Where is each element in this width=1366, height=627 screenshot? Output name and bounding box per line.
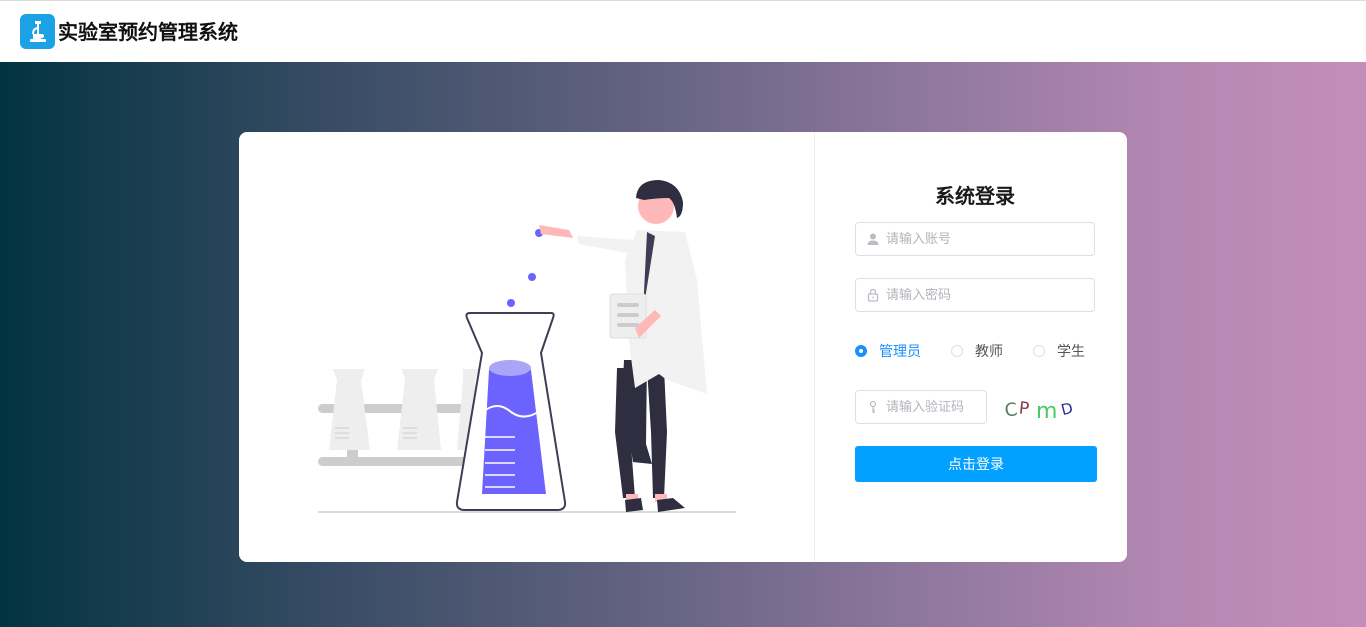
captcha-image[interactable]: C P m D bbox=[1003, 394, 1083, 422]
role-label: 管理员 bbox=[879, 344, 921, 360]
login-title: 系统登录 bbox=[935, 184, 1015, 208]
scientist-illustration bbox=[318, 180, 736, 513]
lock-icon bbox=[867, 288, 879, 302]
user-icon bbox=[867, 233, 879, 245]
radio-dot[interactable] bbox=[951, 345, 963, 357]
login-button[interactable]: 点击登录 bbox=[855, 446, 1097, 482]
radio-dot[interactable] bbox=[1033, 345, 1045, 357]
captcha-char: C bbox=[1003, 399, 1018, 422]
radio-dot[interactable] bbox=[855, 345, 867, 357]
top-bar: 实验室预约管理系统 bbox=[0, 0, 1366, 62]
password-field[interactable] bbox=[855, 278, 1095, 312]
role-label: 教师 bbox=[975, 344, 1003, 360]
username-input[interactable] bbox=[886, 223, 1086, 255]
captcha-char: D bbox=[1059, 399, 1075, 419]
captcha-input[interactable] bbox=[886, 391, 986, 423]
app-title: 实验室预约管理系统 bbox=[58, 20, 238, 44]
microscope-icon bbox=[20, 14, 55, 49]
captcha-field[interactable] bbox=[855, 390, 987, 424]
login-panel: 系统登录 管理员 教师 bbox=[815, 132, 1127, 562]
login-card: 系统登录 管理员 教师 bbox=[239, 132, 1127, 562]
lab-illustration bbox=[239, 132, 815, 562]
captcha-char: P bbox=[1018, 398, 1030, 419]
username-field[interactable] bbox=[855, 222, 1095, 256]
key-icon bbox=[869, 400, 877, 413]
role-label: 学生 bbox=[1057, 344, 1085, 360]
captcha-char: m bbox=[1036, 399, 1057, 422]
password-input[interactable] bbox=[886, 279, 1086, 311]
